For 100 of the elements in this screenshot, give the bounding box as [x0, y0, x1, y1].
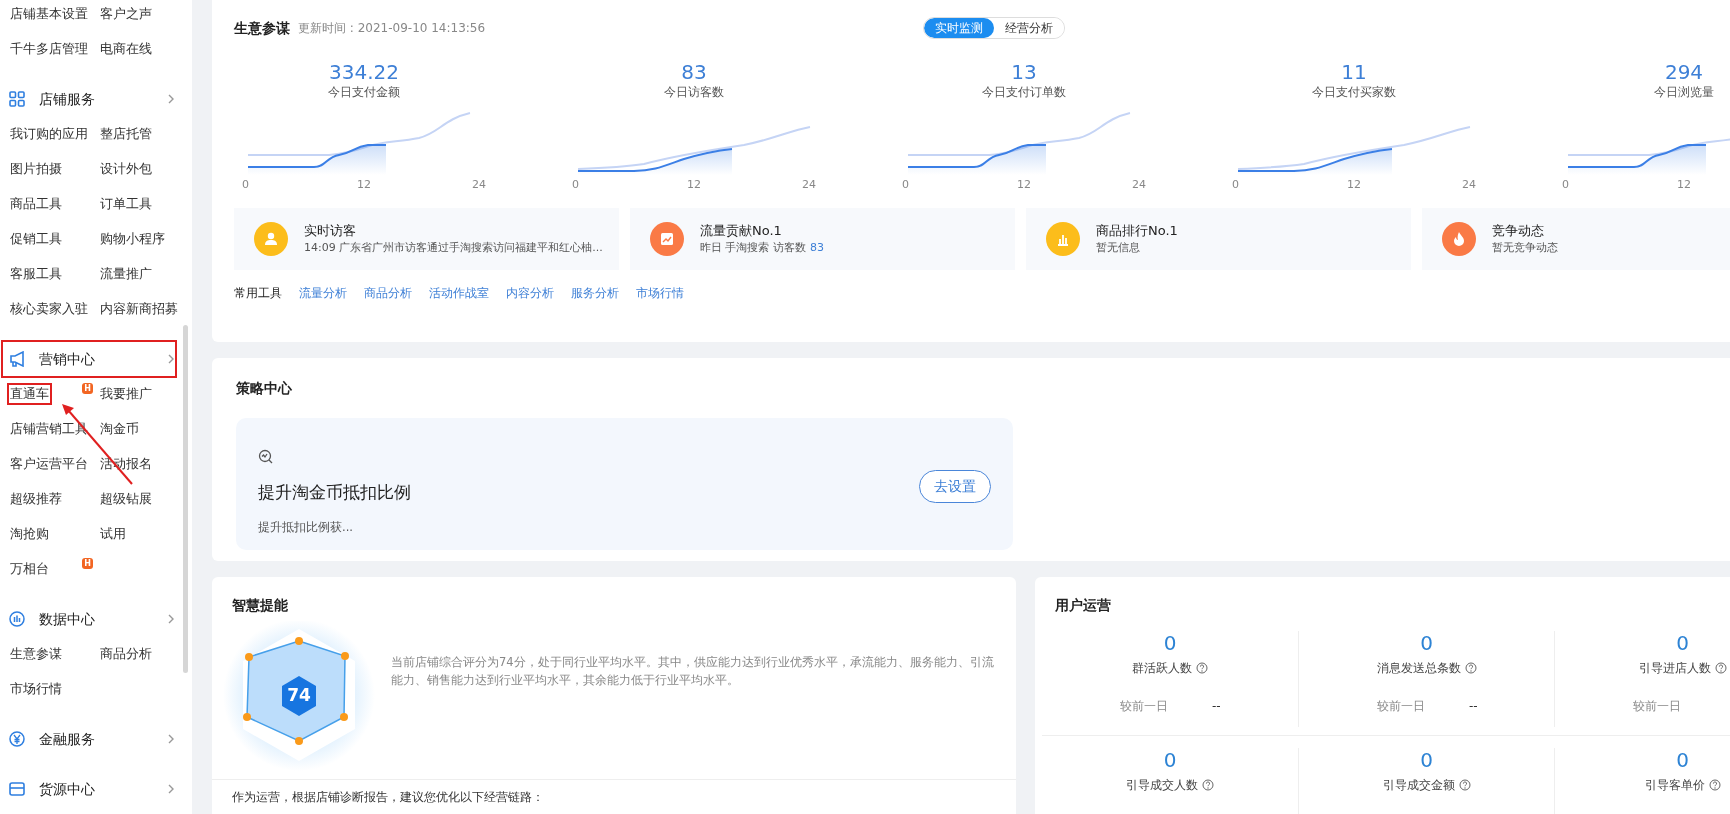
flame-icon: [1442, 221, 1476, 256]
tool-link[interactable]: 服务分析: [571, 283, 619, 302]
sidebar-link[interactable]: 流量推广: [99, 265, 153, 283]
insight-text: 暂无竞争动态: [1492, 241, 1558, 255]
axis-tick: 12: [1676, 177, 1692, 194]
sidebar-link[interactable]: 淘抢购: [9, 525, 50, 543]
compare-value: --: [1469, 698, 1478, 716]
section-title: 生意参谋: [234, 18, 290, 38]
sidebar-link[interactable]: 生意参谋: [9, 645, 63, 663]
chart-icon: [9, 611, 25, 627]
sidebar-section[interactable]: 营销中心: [3, 342, 175, 376]
metric-label: 引导进店人数: [1638, 660, 1711, 678]
sidebar-link[interactable]: 客户运营平台: [9, 455, 89, 473]
sidebar-link[interactable]: 订单工具: [99, 195, 153, 213]
section-title: 用户运营: [1054, 596, 1112, 615]
setup-button[interactable]: 去设置: [919, 469, 991, 503]
sidebar-link[interactable]: 电商在线: [99, 40, 153, 58]
sidebar-link[interactable]: 图片拍摄: [9, 160, 63, 178]
metric-label: 今日支付金额: [327, 84, 401, 101]
tools-label: 常用工具: [234, 284, 282, 302]
metric-value: 0: [1162, 631, 1178, 656]
hot-badge: H: [82, 558, 93, 569]
chevron-icon: [167, 613, 175, 625]
axis-tick: 24: [1131, 177, 1146, 194]
insight-card[interactable]: 商品排行No.1 暂无信息: [1026, 207, 1411, 270]
sidebar-link[interactable]: 超级钻展: [99, 490, 153, 508]
sidebar-link[interactable]: 商品工具: [9, 195, 63, 213]
metric-label: 引导客单价: [1644, 777, 1705, 795]
insight-card[interactable]: 实时访客 14:09 广东省广州市访客通过手淘搜索访问福建平和红心柚...: [234, 207, 619, 270]
chevron-icon: [167, 733, 175, 745]
sidebar-section[interactable]: 数据中心: [3, 602, 175, 636]
insight-text: 14:09 广东省广州市访客通过手淘搜索访问福建平和红心柚...: [304, 241, 603, 255]
insight-value: 83: [810, 241, 824, 255]
axis-tick: 0: [242, 177, 250, 194]
metric-label: 今日支付订单数: [981, 84, 1067, 101]
sidebar-link[interactable]: 千牛多店管理: [9, 40, 89, 58]
sidebar-link[interactable]: 商品分析: [99, 645, 153, 663]
axis-tick: 12: [356, 177, 372, 194]
search-insight-icon: [258, 449, 273, 465]
axis-tick: 0: [572, 177, 580, 194]
help-icon[interactable]: [1202, 779, 1214, 792]
axis-tick: 0: [1562, 177, 1570, 194]
sidebar-link[interactable]: 内容新商招募: [99, 300, 179, 318]
tool-link[interactable]: 市场行情: [636, 283, 684, 302]
tool-link[interactable]: 流量分析: [299, 283, 347, 302]
help-icon[interactable]: [1708, 779, 1721, 792]
metric-value: 294: [1663, 60, 1705, 84]
tool-link[interactable]: 活动作战室: [429, 283, 489, 302]
sidebar-link[interactable]: 我要推广: [99, 385, 153, 403]
box-icon: [9, 781, 25, 797]
task-text: 提升抵扣比例获...: [258, 519, 354, 537]
sidebar-link[interactable]: 淘金币: [99, 420, 140, 438]
insight-title: 竞争动态: [1492, 221, 1545, 240]
sidebar-link[interactable]: 超级推荐: [9, 490, 63, 508]
task-title: 提升淘金币抵扣比例: [258, 480, 412, 504]
section-title: 智慧提能: [231, 596, 289, 615]
metric-label: 消息发送总条数: [1376, 660, 1461, 678]
insight-card[interactable]: 流量贡献No.1 昨日 手淘搜索 访客数 83: [630, 207, 1015, 270]
metric-value: 11: [1340, 60, 1368, 84]
insight-card[interactable]: 竞争动态 暂无竞争动态: [1422, 207, 1730, 270]
sidebar-link[interactable]: 核心卖家入驻: [9, 300, 89, 318]
sidebar-link[interactable]: 购物小程序: [99, 230, 166, 248]
section-title: 策略中心: [236, 379, 293, 398]
bar-chart-icon: [1046, 221, 1080, 256]
sidebar-link[interactable]: 直通车: [9, 385, 50, 403]
grid-icon: [9, 91, 25, 107]
sidebar-link[interactable]: 整店托管: [99, 125, 153, 143]
sidebar-link[interactable]: 店铺基本设置: [9, 5, 89, 23]
sidebar-link[interactable]: 客户之声: [99, 5, 153, 23]
insight-title: 流量贡献No.1: [700, 221, 783, 240]
compare-label: 较前一日: [1633, 698, 1681, 716]
metric-value: 334.22: [328, 60, 400, 84]
yuan-icon: [9, 731, 25, 747]
axis-tick: 12: [1346, 177, 1362, 194]
insight-title: 实时访客: [304, 221, 357, 240]
hot-badge: H: [82, 383, 93, 394]
sidebar-section[interactable]: 金融服务: [3, 722, 175, 756]
help-icon[interactable]: [1464, 662, 1477, 675]
tool-link[interactable]: 商品分析: [364, 283, 412, 302]
sidebar-section[interactable]: 店铺服务: [3, 82, 175, 116]
metric-value: 0: [1675, 748, 1690, 773]
sidebar-link[interactable]: 万相台: [9, 560, 50, 578]
help-icon[interactable]: [1196, 662, 1208, 675]
sidebar-link[interactable]: 促销工具: [9, 230, 63, 248]
help-icon[interactable]: [1714, 662, 1727, 675]
sidebar-link[interactable]: 客服工具: [9, 265, 63, 283]
axis-tick: 24: [801, 177, 816, 194]
scrollbar-thumb[interactable]: [183, 325, 188, 673]
person-icon: [254, 221, 288, 256]
metric-label: 引导成交金额: [1382, 777, 1455, 795]
sidebar-link[interactable]: 试用: [99, 525, 127, 543]
sidebar-link[interactable]: 市场行情: [9, 680, 63, 698]
metric-label: 今日支付买家数: [1311, 84, 1397, 101]
sidebar-section[interactable]: 货源中心: [3, 772, 175, 806]
sidebar-link[interactable]: 我订购的应用: [9, 125, 89, 143]
tool-link[interactable]: 内容分析: [506, 283, 554, 302]
chevron-icon: [167, 783, 175, 795]
metric-value: 83: [680, 60, 708, 84]
sidebar-link[interactable]: 设计外包: [99, 160, 153, 178]
help-icon[interactable]: [1458, 779, 1471, 792]
